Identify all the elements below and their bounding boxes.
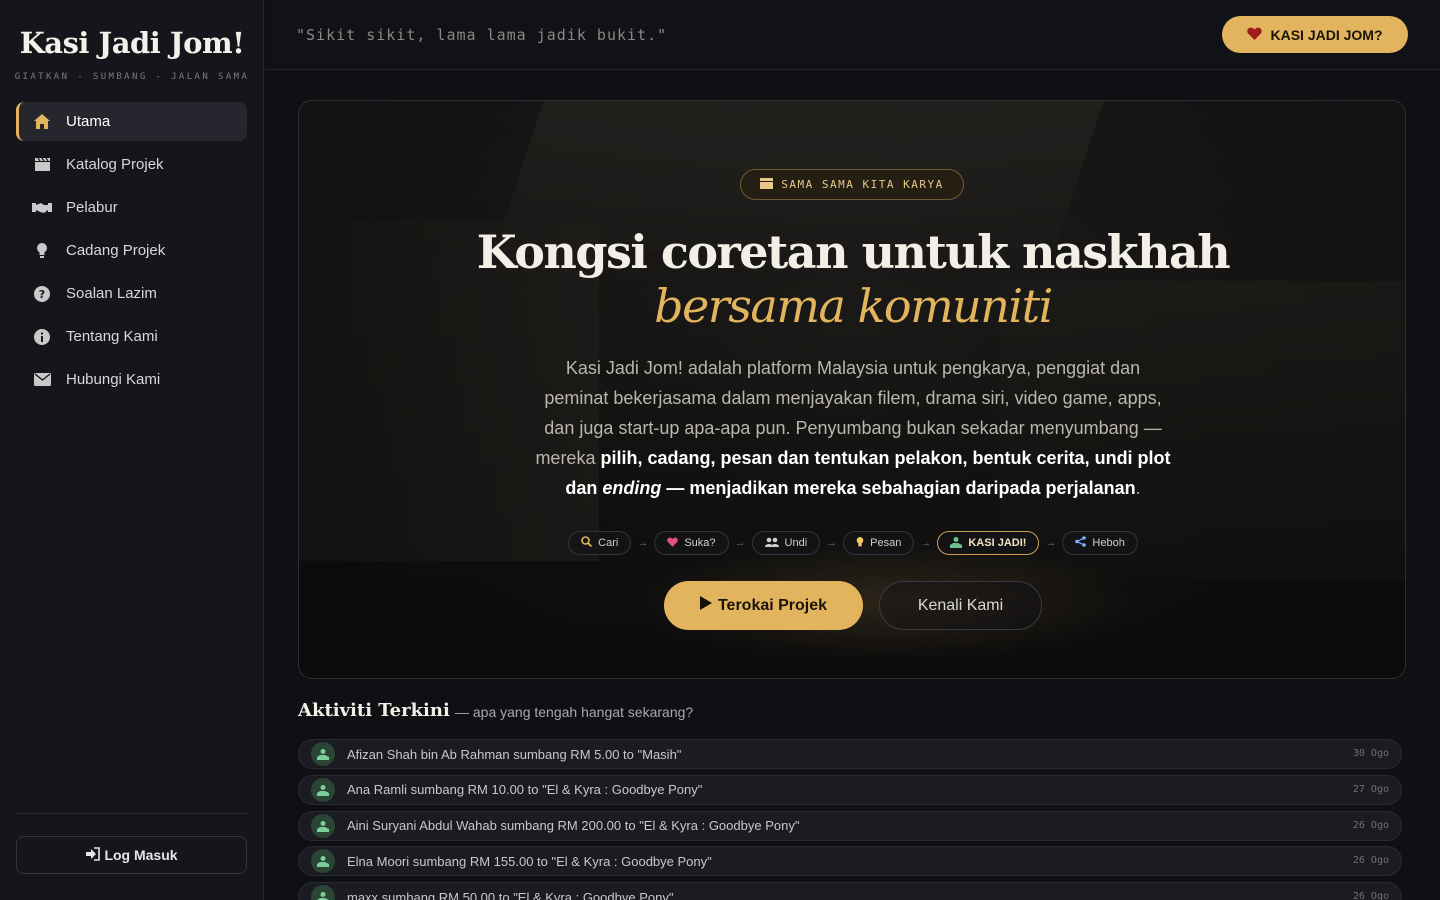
activity-row[interactable]: maxx sumbang RM 50.00 to "El & Kyra : Go… xyxy=(298,882,1402,900)
activity-row[interactable]: Afizan Shah bin Ab Rahman sumbang RM 5.0… xyxy=(298,739,1402,769)
explore-projects-label: Terokai Projek xyxy=(717,596,828,614)
step-suka[interactable]: Suka? xyxy=(654,531,729,555)
step-label: Heboh xyxy=(1092,537,1125,549)
login-button[interactable]: Log Masuk xyxy=(16,836,247,874)
step-label: Suka? xyxy=(684,537,716,549)
donate-icon xyxy=(311,813,335,838)
login-label: Log Masuk xyxy=(104,847,178,863)
hero-title-line1: Kongsi coretan untuk naskhah xyxy=(476,225,1231,279)
step-pesan[interactable]: Pesan xyxy=(843,531,915,555)
activity-text: Ana Ramli sumbang RM 10.00 to "El & Kyra… xyxy=(347,782,703,798)
info-icon xyxy=(32,327,52,347)
envelope-icon xyxy=(32,370,52,390)
sidebar-item-pelabur[interactable]: Pelabur xyxy=(16,188,247,227)
activity-date: 26 Ogo xyxy=(1352,855,1389,867)
activity-row[interactable]: Ana Ramli sumbang RM 10.00 to "El & Kyra… xyxy=(298,774,1402,805)
svg-text:?: ? xyxy=(39,288,45,301)
step-heboh[interactable]: Heboh xyxy=(1062,531,1138,555)
about-us-button[interactable]: Kenali Kami xyxy=(879,581,1042,630)
hero-description-italic: ending xyxy=(602,478,662,498)
activity-subtitle: — apa yang tengah hangat sekarang? xyxy=(455,704,694,720)
sidebar-item-hubungi-kami[interactable]: Hubungi Kami xyxy=(16,360,247,399)
hero-buttons: Terokai Projek Kenali Kami xyxy=(299,581,1405,630)
sidebar-item-katalog-projek[interactable]: Katalog Projek xyxy=(16,145,247,184)
lightbulb-icon xyxy=(32,241,52,261)
process-steps: Cari → Suka? → Undi → Pesan → KASI JADI!… xyxy=(299,531,1405,555)
arrow-right-icon: → xyxy=(637,537,649,549)
arrow-right-icon: → xyxy=(1045,537,1057,549)
donate-icon xyxy=(311,885,335,900)
donate-icon xyxy=(311,742,335,766)
arrow-right-icon: → xyxy=(920,537,932,549)
question-icon: ? xyxy=(32,284,52,304)
step-label: Undi xyxy=(784,537,808,549)
donate-icon xyxy=(311,777,335,802)
clapperboard-icon xyxy=(32,155,52,175)
heart-icon xyxy=(1247,27,1263,43)
activity-text: Elna Moori sumbang RM 155.00 to "El & Ky… xyxy=(347,853,712,869)
top-bar: "Sikit sikit, lama lama jadik bukit." KA… xyxy=(265,0,1440,70)
activity-title: Aktiviti Terkini xyxy=(298,700,450,721)
sidebar-item-label: Utama xyxy=(66,113,111,130)
sidebar-item-cadang-projek[interactable]: Cadang Projek xyxy=(16,231,247,270)
activity-date: 30 Ogo xyxy=(1352,748,1389,759)
step-undi[interactable]: Undi xyxy=(751,531,821,555)
sidebar-item-tentang-kami[interactable]: Tentang Kami xyxy=(16,317,247,356)
header-quote: "Sikit sikit, lama lama jadik bukit." xyxy=(296,26,668,44)
activity-date: 27 Ogo xyxy=(1352,783,1389,795)
sidebar-item-label: Cadang Projek xyxy=(66,242,166,259)
sidebar-item-label: Hubungi Kami xyxy=(66,371,161,388)
step-cari[interactable]: Cari xyxy=(568,531,632,555)
lightbulb-icon xyxy=(856,536,864,551)
activity-text: Aini Suryani Abdul Wahab sumbang RM 200.… xyxy=(347,818,800,834)
clapperboard-icon xyxy=(760,177,774,192)
hero-pill-badge: SAMA SAMA KITA KARYA xyxy=(740,169,964,200)
step-label: Cari xyxy=(598,537,619,549)
activity-date: 26 Ogo xyxy=(1352,891,1389,900)
sidebar-item-label: Pelabur xyxy=(66,199,118,216)
arrow-right-icon: → xyxy=(734,537,746,549)
step-label: Pesan xyxy=(870,537,902,549)
heart-icon xyxy=(667,537,679,550)
donate-icon xyxy=(950,536,963,551)
cta-label: KASI JADI JOM? xyxy=(1270,26,1383,43)
hero-title-line2: bersama komuniti xyxy=(654,279,1053,333)
step-label: KASI JADI! xyxy=(968,537,1027,549)
share-icon xyxy=(1075,536,1087,550)
home-icon xyxy=(32,112,52,132)
activity-row[interactable]: Elna Moori sumbang RM 155.00 to "El & Ky… xyxy=(298,846,1402,877)
hero-description: Kasi Jadi Jom! adalah platform Malaysia … xyxy=(535,353,1171,503)
search-icon xyxy=(581,536,593,550)
activity-text: Afizan Shah bin Ab Rahman sumbang RM 5.0… xyxy=(347,746,682,762)
brand-title[interactable]: Kasi Jadi Jom! xyxy=(0,26,264,60)
brand-tagline: GIATKAN - SUMBANG - JALAN SAMA xyxy=(14,72,250,82)
sidebar-divider xyxy=(16,813,247,814)
sidebar-item-utama[interactable]: Utama xyxy=(16,102,247,141)
sidebar-item-label: Tentang Kami xyxy=(66,328,158,345)
step-kasi-jadi[interactable]: KASI JADI! xyxy=(937,531,1040,555)
hero-description-bold-2: — menjadikan mereka sebahagian daripada … xyxy=(661,478,1136,498)
sign-in-icon xyxy=(85,846,101,864)
donate-icon xyxy=(311,849,335,874)
sidebar-item-label: Soalan Lazim xyxy=(66,285,157,302)
kasi-jadi-cta-button[interactable]: KASI JADI JOM? xyxy=(1222,16,1408,53)
activity-row[interactable]: Aini Suryani Abdul Wahab sumbang RM 200.… xyxy=(298,810,1402,841)
play-icon xyxy=(699,596,712,615)
activity-date: 26 Ogo xyxy=(1352,819,1389,831)
sidebar-item-soalan-lazim[interactable]: ? Soalan Lazim xyxy=(16,274,247,313)
hero-pill-label: SAMA SAMA KITA KARYA xyxy=(781,178,944,191)
activity-list: Afizan Shah bin Ab Rahman sumbang RM 5.0… xyxy=(298,739,1402,900)
users-icon xyxy=(764,537,779,550)
hero-description-end: . xyxy=(1135,478,1141,498)
arrow-right-icon: → xyxy=(826,537,838,549)
sidebar-nav: Utama Katalog Projek Pelabur Cadang Proj… xyxy=(16,102,247,403)
explore-projects-button[interactable]: Terokai Projek xyxy=(664,581,863,630)
hero-banner: SAMA SAMA KITA KARYA Kongsi coretan untu… xyxy=(298,100,1406,679)
handshake-icon xyxy=(32,198,52,218)
activity-text: maxx sumbang RM 50.00 to "El & Kyra : Go… xyxy=(347,889,674,900)
sidebar: Kasi Jadi Jom! GIATKAN - SUMBANG - JALAN… xyxy=(0,0,264,900)
sidebar-item-label: Katalog Projek xyxy=(66,156,164,173)
